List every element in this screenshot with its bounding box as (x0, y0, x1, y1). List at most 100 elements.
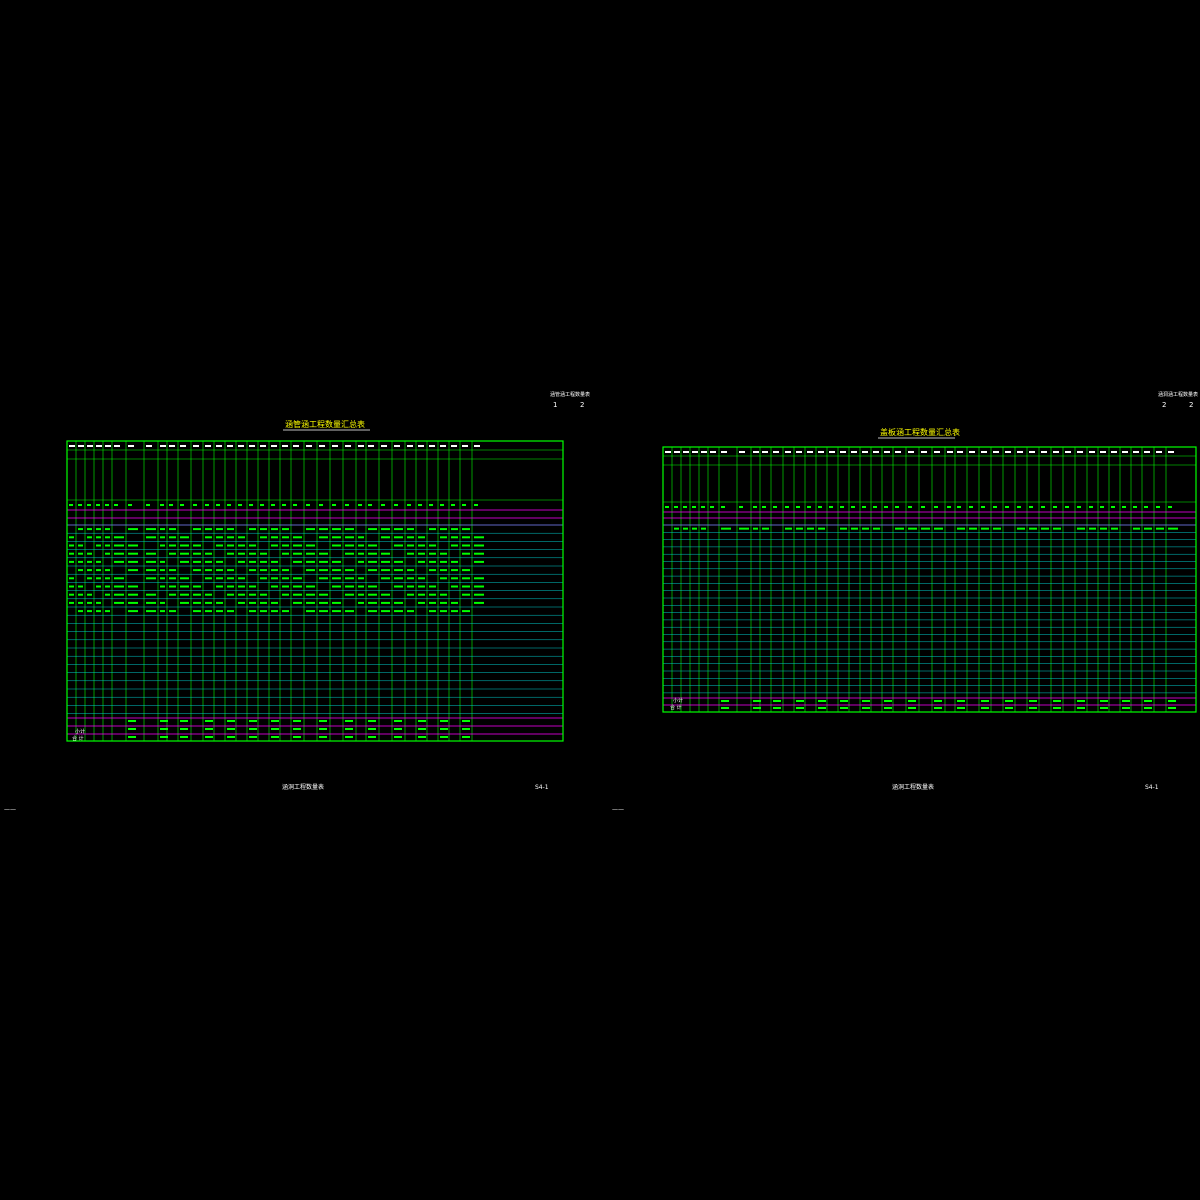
total-value-mark (271, 720, 279, 722)
cell-value-mark (474, 601, 484, 604)
left-edge-marker: —— (4, 806, 16, 813)
cell-value-mark (69, 593, 74, 596)
header-subtext-mark (851, 506, 855, 508)
cell-value-mark (381, 577, 390, 580)
header-subtext-mark (807, 506, 811, 508)
cell-value-mark (368, 544, 377, 547)
cell-value-mark (216, 544, 223, 547)
cell-value-mark (69, 536, 74, 539)
header-text-mark (1005, 451, 1011, 453)
cell-value-mark (69, 560, 74, 563)
header-subtext-mark (739, 506, 743, 508)
header-text-mark (934, 451, 940, 453)
header-text-mark (884, 451, 890, 453)
cell-value-mark (128, 528, 138, 531)
cell-value-mark (160, 569, 165, 572)
cell-value-mark (293, 593, 302, 596)
cell-value-mark (368, 601, 377, 604)
cell-value-mark (227, 536, 234, 539)
header-subtext-mark (462, 504, 466, 506)
total-value-mark (160, 736, 168, 738)
cell-value-mark (332, 528, 341, 531)
header-text-mark (1144, 451, 1150, 453)
total-value-mark (818, 700, 826, 702)
header-subtext-mark (394, 504, 398, 506)
header-text-mark (969, 451, 975, 453)
cell-value-mark (418, 560, 425, 563)
header-subtext-mark (1144, 506, 1148, 508)
header-subtext-mark (418, 504, 422, 506)
cell-value-mark (418, 552, 425, 555)
cell-value-mark (87, 536, 92, 539)
cell-value-mark (418, 585, 425, 588)
header-subtext-mark (114, 504, 118, 506)
header-subtext-mark (249, 504, 253, 506)
sheet2-subtotal-label: 小计 (673, 697, 683, 704)
header-text-mark (271, 445, 277, 447)
cell-value-mark (105, 610, 110, 613)
cell-value-mark (332, 601, 341, 604)
cell-value-mark (180, 593, 189, 596)
cell-value-mark (407, 544, 414, 547)
cell-value-mark (128, 560, 138, 563)
cell-value-mark (407, 585, 414, 588)
cell-value-mark (114, 552, 124, 555)
total-value-mark (128, 736, 136, 738)
header-text-mark (710, 451, 716, 453)
cell-value-mark (271, 577, 278, 580)
cell-value-mark (462, 528, 470, 531)
total-value-mark (721, 707, 729, 709)
header-subtext-mark (692, 506, 696, 508)
sheet1-footer-code: S4-1 (535, 784, 549, 791)
cell-value-mark (440, 560, 447, 563)
cell-value-mark (260, 569, 267, 572)
cell-value-mark (128, 593, 138, 596)
cell-value-mark (418, 601, 425, 604)
cell-value-mark (105, 569, 110, 572)
right-edge-marker: —— (612, 806, 624, 813)
cell-value-mark (87, 569, 92, 572)
cell-value-mark (260, 601, 267, 604)
cell-value-mark (394, 585, 403, 588)
cell-value-mark (862, 527, 869, 530)
cell-value-mark (227, 552, 234, 555)
header-subtext-mark (345, 504, 349, 506)
header-text-mark (701, 451, 707, 453)
cell-value-mark (260, 536, 267, 539)
header-text-mark (921, 451, 927, 453)
cell-value-mark (193, 528, 201, 531)
cell-value-mark (429, 560, 436, 563)
cell-value-mark (440, 552, 447, 555)
cell-value-mark (319, 610, 328, 613)
total-value-mark (249, 736, 257, 738)
cell-value-mark (358, 593, 364, 596)
cell-value-mark (332, 544, 341, 547)
cell-value-mark (368, 593, 377, 596)
cell-value-mark (1077, 527, 1085, 530)
sheet1-corner-page: 1 (553, 401, 557, 409)
cell-value-mark (282, 544, 289, 547)
cell-value-mark (96, 536, 101, 539)
cell-value-mark (407, 610, 414, 613)
cell-value-mark (462, 585, 470, 588)
header-subtext-mark (180, 504, 184, 506)
total-value-mark (840, 707, 848, 709)
cell-value-mark (345, 585, 354, 588)
header-text-mark (1017, 451, 1023, 453)
cell-value-mark (96, 585, 101, 588)
cell-value-mark (146, 593, 156, 596)
cell-value-mark (216, 601, 223, 604)
cell-value-mark (429, 601, 436, 604)
header-text-mark (692, 451, 698, 453)
cell-value-mark (306, 552, 315, 555)
header-subtext-mark (293, 504, 297, 506)
cell-value-mark (146, 560, 156, 563)
cell-value-mark (440, 528, 447, 531)
cell-value-mark (216, 528, 223, 531)
cell-value-mark (160, 577, 165, 580)
cell-value-mark (180, 544, 189, 547)
header-subtext-mark (1168, 506, 1172, 508)
cad-drawing-canvas: 涵管涵工程数量表 1 2 涵管涵工程数量汇总表 小计 合 计 涵洞工程数量表 S… (4, 391, 1198, 813)
cell-value-mark (451, 585, 458, 588)
cell-value-mark (306, 593, 315, 596)
